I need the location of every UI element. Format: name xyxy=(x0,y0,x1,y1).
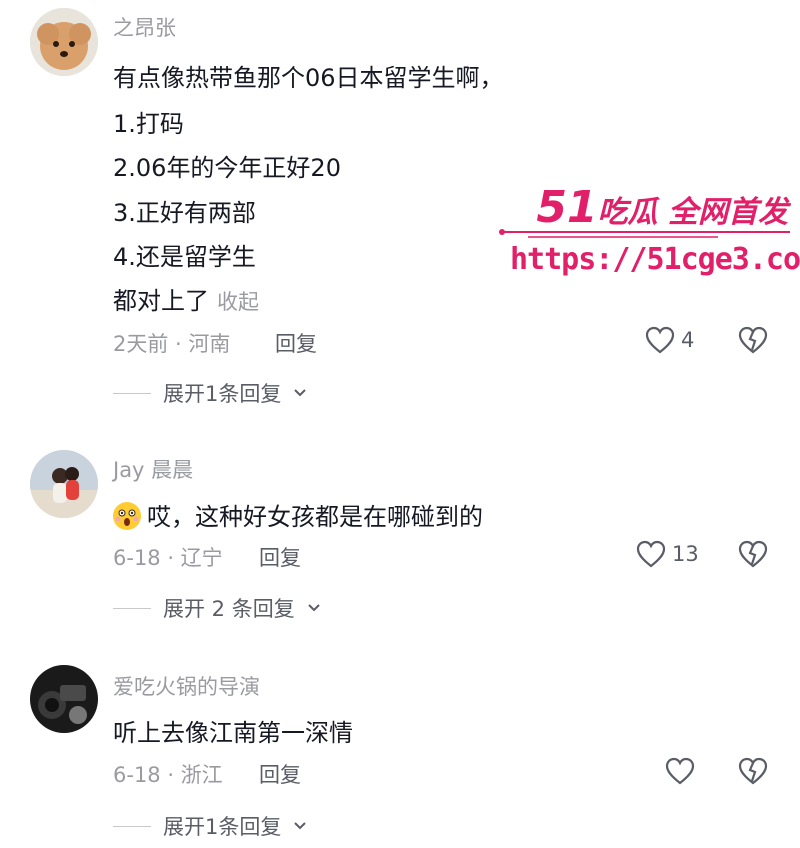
heart-icon xyxy=(645,326,675,354)
heart-icon xyxy=(665,757,695,785)
divider-line xyxy=(113,392,151,394)
comment-text-line: 2.06年的今年正好20 xyxy=(113,154,341,182)
comment-author[interactable]: Jay 晨晨 xyxy=(113,454,193,484)
chevron-down-icon xyxy=(294,822,307,830)
avatar[interactable] xyxy=(30,8,98,76)
comment-author[interactable]: 之昂张 xyxy=(113,12,176,42)
divider-line xyxy=(113,607,151,609)
comment-meta: 6-18 · 辽宁 xyxy=(113,546,223,570)
reply-button[interactable]: 回复 xyxy=(259,542,301,572)
expand-replies-button[interactable]: 展开 2 条回复 xyxy=(113,593,321,623)
dislike-heart-icon xyxy=(738,757,768,785)
like-count: 4 xyxy=(681,328,695,352)
collapse-button[interactable]: 收起 xyxy=(217,290,259,314)
reply-button[interactable]: 回复 xyxy=(259,759,301,789)
comment-text: 都对上了 xyxy=(113,287,209,315)
chevron-down-icon xyxy=(308,604,320,612)
dislike-button[interactable] xyxy=(737,540,769,572)
comment-text-line: 1.打码 xyxy=(113,110,184,138)
watermark-url: https://51cge3.com xyxy=(510,242,800,277)
like-button[interactable]: 13 xyxy=(636,540,699,568)
expand-replies-label: 展开1条回复 xyxy=(163,815,282,839)
like-count: 13 xyxy=(672,542,699,566)
divider-line xyxy=(113,825,151,827)
avatar[interactable] xyxy=(30,450,98,518)
dislike-heart-icon xyxy=(738,326,768,354)
comment-meta: 6-18 · 浙江 xyxy=(113,763,223,787)
like-button[interactable] xyxy=(665,757,701,785)
comment-author[interactable]: 爱吃火锅的导演 xyxy=(113,671,260,701)
shocked-face-emoji-icon xyxy=(113,502,141,530)
comment-text-line: 有点像热带鱼那个06日本留学生啊， xyxy=(113,64,504,92)
reply-button[interactable]: 回复 xyxy=(275,328,317,358)
comment-meta: 2天前 · 河南 xyxy=(113,332,231,356)
expand-replies-label: 展开 2 条回复 xyxy=(163,597,295,621)
expand-replies-label: 展开1条回复 xyxy=(163,382,282,406)
dislike-button[interactable] xyxy=(737,326,769,358)
expand-replies-button[interactable]: 展开1条回复 xyxy=(113,811,307,841)
chevron-down-icon xyxy=(294,389,307,397)
like-button[interactable]: 4 xyxy=(645,326,694,354)
comment-text: 哎，这种好女孩都是在哪碰到的 xyxy=(147,503,483,531)
expand-replies-button[interactable]: 展开1条回复 xyxy=(113,378,307,408)
comment-text-line: 4.还是留学生 xyxy=(113,243,256,271)
watermark-line-decoration xyxy=(499,229,790,238)
dislike-heart-icon xyxy=(738,540,768,568)
dislike-button[interactable] xyxy=(737,757,769,789)
comment-text-line: 3.正好有两部 xyxy=(113,199,256,227)
comment-text-line: 听上去像江南第一深情 xyxy=(113,719,353,747)
comment-text-line-last: 都对上了 收起 xyxy=(113,281,259,316)
watermark: 51吃瓜 全网首发 https://51cge3.com xyxy=(498,178,800,288)
comment-text-line: 哎，这种好女孩都是在哪碰到的 xyxy=(113,497,483,532)
avatar[interactable] xyxy=(30,665,98,733)
heart-icon xyxy=(636,540,666,568)
